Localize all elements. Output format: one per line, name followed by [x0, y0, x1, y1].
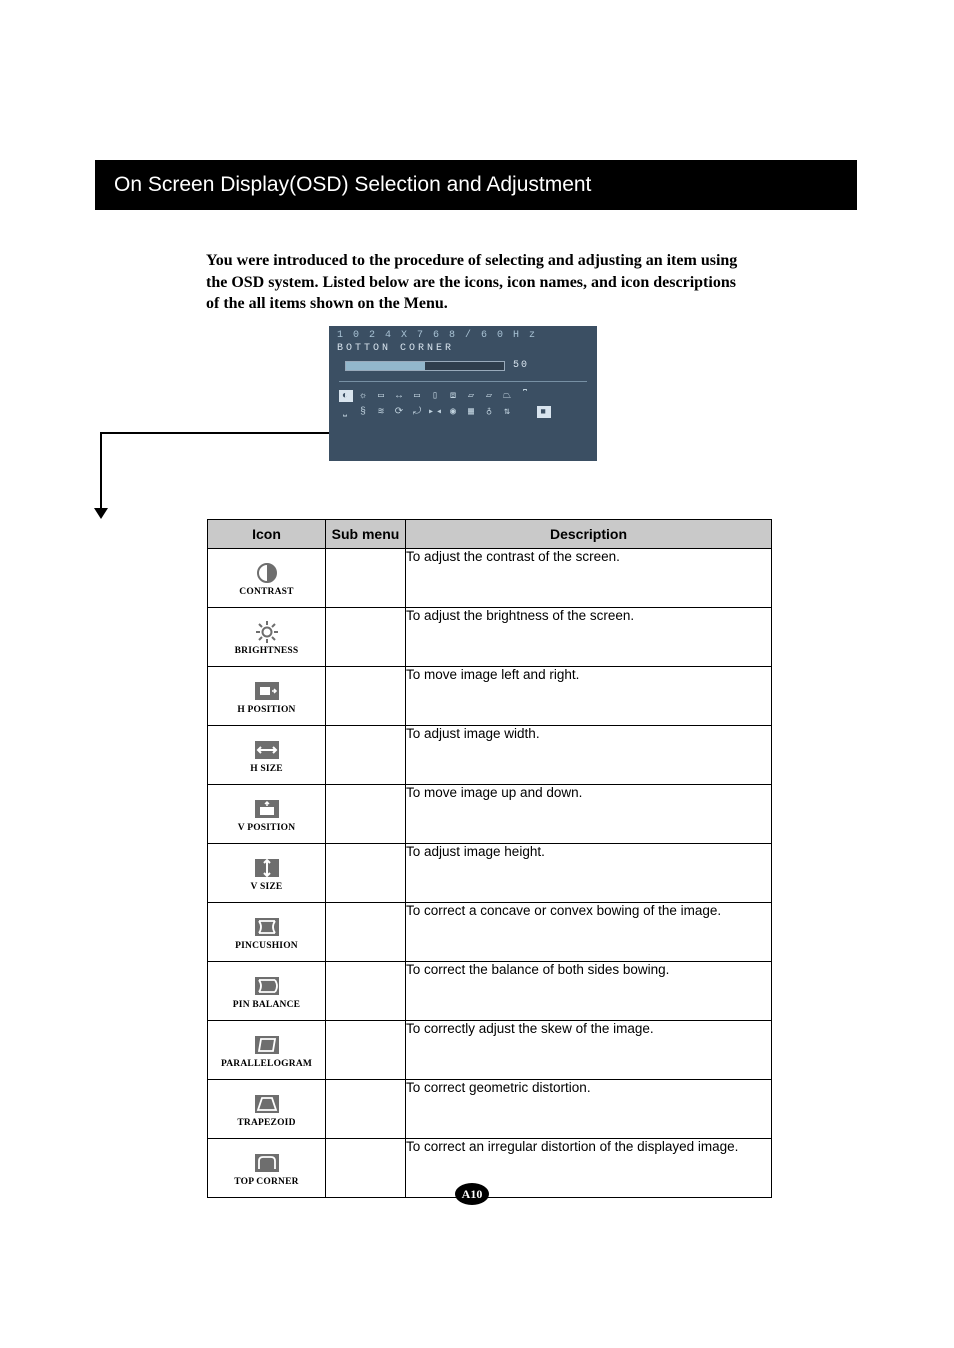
desc-cell: To correct geometric distortion.	[406, 1080, 772, 1139]
icon-caption: PINCUSHION	[235, 941, 298, 951]
misc-icon: ⟳	[393, 406, 407, 418]
sub-cell	[326, 1021, 406, 1080]
sub-cell	[326, 608, 406, 667]
table-row: PIN BALANCE To correct the balance of bo…	[208, 962, 772, 1021]
desc-cell: To correct a concave or convex bowing of…	[406, 903, 772, 962]
desc-cell: To move image up and down.	[406, 785, 772, 844]
osd-items-table: Icon Sub menu Description CONTRAST To ad…	[207, 519, 772, 1198]
desc-cell: To correctly adjust the skew of the imag…	[406, 1021, 772, 1080]
table-row: PINCUSHION To correct a concave or conve…	[208, 903, 772, 962]
col-header-icon: Icon	[208, 520, 326, 549]
parallelogram-icon	[252, 1033, 282, 1057]
icon-caption: TOP CORNER	[234, 1177, 298, 1187]
hpos-icon: ▭	[375, 390, 389, 402]
sub-cell	[326, 1139, 406, 1198]
icon-caption: TRAPEZOID	[237, 1118, 295, 1128]
icon-caption: PIN BALANCE	[233, 1000, 300, 1010]
hsize-icon: ↔	[393, 390, 407, 402]
desc-cell: To move image left and right.	[406, 667, 772, 726]
trapezoid-icon	[252, 1092, 282, 1116]
vsize-icon: ▯	[429, 390, 443, 402]
table-row: PARALLELOGRAM To correctly adjust the sk…	[208, 1021, 772, 1080]
connector-line	[100, 432, 329, 434]
misc-icon: ♁	[483, 406, 497, 418]
page-number: A10	[455, 1183, 489, 1205]
brightness-icon	[252, 620, 282, 644]
misc-icon: §	[357, 406, 371, 418]
icon-caption: V SIZE	[251, 882, 283, 892]
topcorner-icon	[252, 1151, 282, 1175]
parallelogram-icon: ▱	[483, 390, 497, 402]
osd-current-item: BOTTON CORNER	[329, 343, 597, 360]
sub-cell	[326, 903, 406, 962]
desc-cell: To adjust the contrast of the screen.	[406, 549, 772, 608]
table-row: V POSITION To move image up and down.	[208, 785, 772, 844]
table-row: V SIZE To adjust image height.	[208, 844, 772, 903]
table-row: TOP CORNER To correct an irregular disto…	[208, 1139, 772, 1198]
osd-icon-row-1: ◐ ☼ ▭ ↔ ▭ ▯ ⧈ ▱ ▱ ⏢ ⎴	[329, 384, 597, 404]
pinbalance-icon: ▱	[465, 390, 479, 402]
page-frame: On Screen Display(OSD) Selection and Adj…	[95, 160, 857, 210]
arrow-down-icon	[94, 508, 108, 519]
misc-icon: ≋	[375, 406, 389, 418]
table-row: H POSITION To move image left and right.	[208, 667, 772, 726]
pinbalance-icon	[252, 974, 282, 998]
hsize-icon	[252, 738, 282, 762]
misc-icon: ⤾	[411, 406, 425, 418]
topcorner-icon: ⎴	[519, 390, 533, 402]
table-row: BRIGHTNESS To adjust the brightness of t…	[208, 608, 772, 667]
misc-icon	[519, 406, 533, 418]
osd-value: 50	[513, 360, 529, 371]
desc-cell: To adjust image height.	[406, 844, 772, 903]
intro-text: You were introduced to the procedure of …	[206, 250, 746, 315]
osd-icon-row-2: ⎵ § ≋ ⟳ ⤾ ▸◂ ◉ ▦ ♁ ⇅ ◾	[329, 404, 597, 420]
contrast-icon	[252, 561, 282, 585]
pincushion-icon: ⧈	[447, 390, 461, 402]
sub-cell	[326, 785, 406, 844]
icon-caption: BRIGHTNESS	[235, 646, 299, 656]
misc-icon: ⇅	[501, 406, 515, 418]
vposition-icon	[252, 797, 282, 821]
contrast-icon: ◐	[339, 390, 353, 402]
desc-cell: To correct the balance of both sides bow…	[406, 962, 772, 1021]
misc-icon: ◾	[537, 406, 551, 418]
icon-caption: H POSITION	[237, 705, 295, 715]
icon-caption: H SIZE	[250, 764, 283, 774]
brightness-icon: ☼	[357, 390, 371, 402]
osd-resolution: 1 0 2 4 X 7 6 8 / 6 0 H z	[329, 326, 597, 343]
sub-cell	[326, 667, 406, 726]
connector-line	[100, 432, 102, 512]
icon-caption: V POSITION	[238, 823, 296, 833]
table-row: TRAPEZOID To correct geometric distortio…	[208, 1080, 772, 1139]
desc-cell: To adjust image width.	[406, 726, 772, 785]
table-row: H SIZE To adjust image width.	[208, 726, 772, 785]
pincushion-icon	[252, 915, 282, 939]
vsize-icon	[252, 856, 282, 880]
sub-cell	[326, 962, 406, 1021]
osd-slider	[345, 361, 505, 371]
misc-icon: ▸◂	[429, 406, 443, 418]
table-row: CONTRAST To adjust the contrast of the s…	[208, 549, 772, 608]
desc-cell: To adjust the brightness of the screen.	[406, 608, 772, 667]
sub-cell	[326, 726, 406, 785]
osd-preview: 1 0 2 4 X 7 6 8 / 6 0 H z BOTTON CORNER …	[329, 326, 597, 461]
vpos-icon: ▭	[411, 390, 425, 402]
icon-caption: CONTRAST	[239, 587, 293, 597]
col-header-sub: Sub menu	[326, 520, 406, 549]
icon-caption: PARALLELOGRAM	[221, 1059, 312, 1069]
col-header-desc: Description	[406, 520, 772, 549]
misc-icon: ⎵	[339, 406, 353, 418]
sub-cell	[326, 549, 406, 608]
sub-cell	[326, 844, 406, 903]
misc-icon: ◉	[447, 406, 461, 418]
sub-cell	[326, 1080, 406, 1139]
trapezoid-icon: ⏢	[501, 390, 515, 402]
section-title: On Screen Display(OSD) Selection and Adj…	[96, 161, 856, 209]
misc-icon: ▦	[465, 406, 479, 418]
hposition-icon	[252, 679, 282, 703]
